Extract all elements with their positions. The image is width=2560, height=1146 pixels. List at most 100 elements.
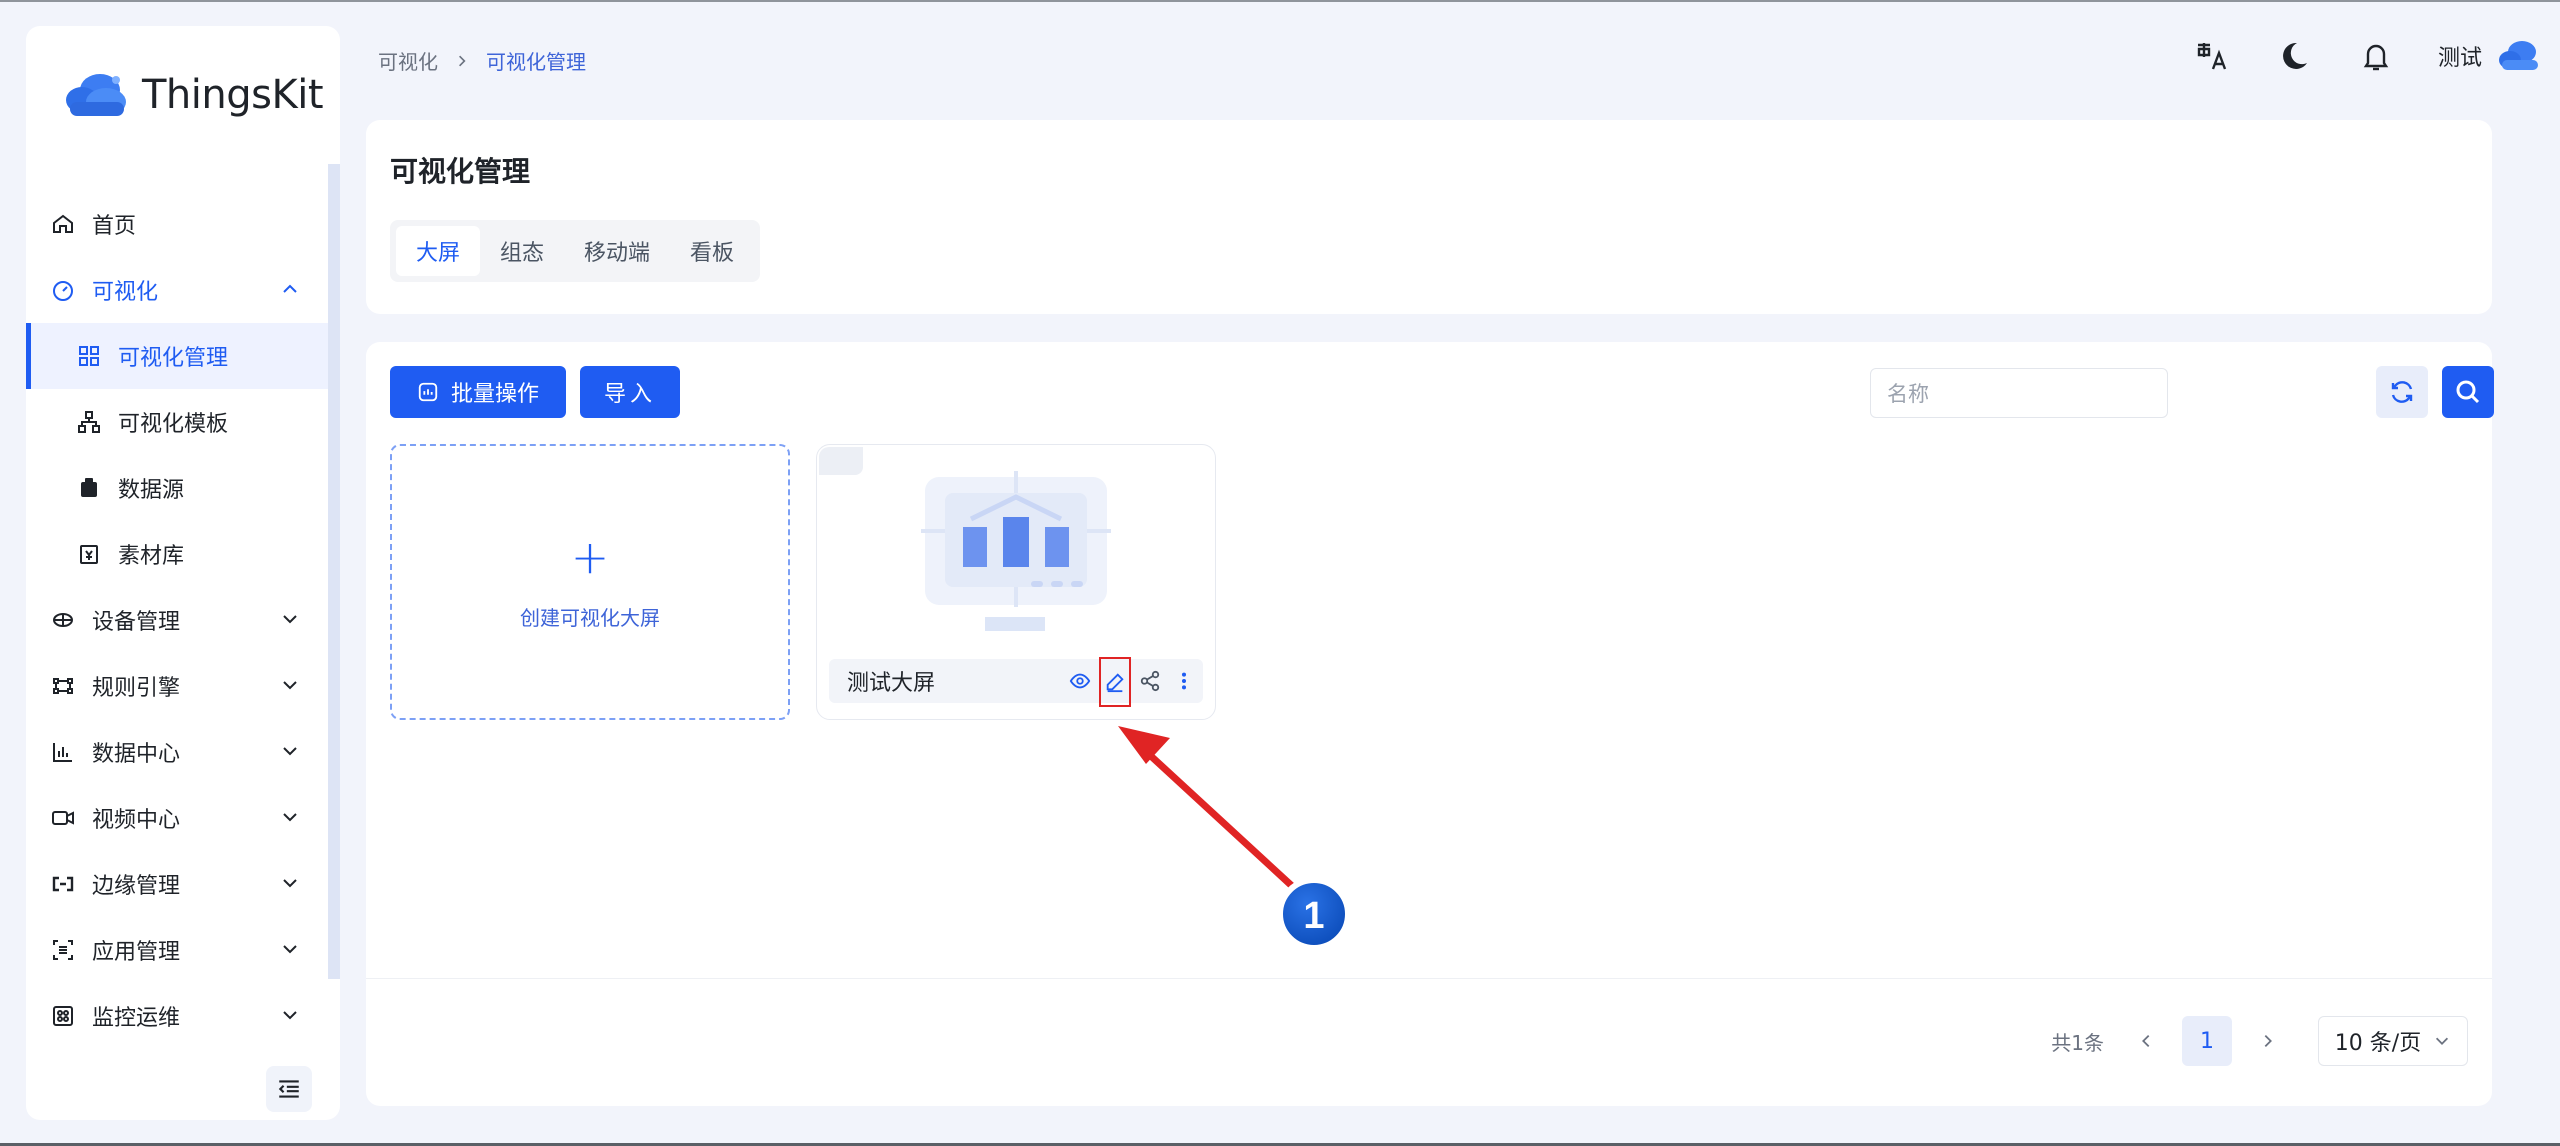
sidebar-item-label: 规则引擎 xyxy=(92,676,181,701)
chevron-right-icon xyxy=(459,55,466,66)
tab-bar: 大屏 组态 移动端 看板 xyxy=(390,220,761,282)
chevron-down-icon xyxy=(2436,1037,2449,1045)
sidebar-item-label: 数据源 xyxy=(118,478,185,503)
sidebar-item-label: 视频中心 xyxy=(92,808,181,833)
dashboard-preview-image xyxy=(921,471,1111,631)
divider xyxy=(366,978,2492,979)
preview-button[interactable] xyxy=(1065,666,1095,696)
page-number[interactable]: 1 xyxy=(2182,1016,2232,1066)
video-icon xyxy=(50,805,76,831)
collapse-sidebar-button[interactable] xyxy=(266,1066,312,1112)
prev-page-button[interactable] xyxy=(2126,1021,2166,1061)
notifications-button[interactable] xyxy=(2356,36,2396,76)
window-top-border xyxy=(0,0,2560,2)
avatar[interactable] xyxy=(2496,38,2540,74)
sidebar-item-monitoring[interactable]: 监控运维 xyxy=(26,983,328,1049)
sidebar-menu: 首页 可视化 可视化管理 可视化模板 数据源 素材库 设备管理 规则引擎 数据中… xyxy=(26,191,328,1049)
theme-toggle-button[interactable] xyxy=(2274,36,2314,76)
share-icon xyxy=(1140,670,1160,692)
chevron-down-icon xyxy=(283,681,297,690)
sidebar-item-device-management[interactable]: 设备管理 xyxy=(26,587,328,653)
search-placeholder: 名称 xyxy=(1887,382,1929,406)
share-button[interactable] xyxy=(1135,666,1165,696)
chevron-down-icon xyxy=(283,879,297,888)
moon-icon xyxy=(2283,42,2307,69)
sidebar-scrollbar[interactable] xyxy=(328,164,340,979)
menu-fold-icon xyxy=(278,1080,299,1098)
page-size-select[interactable]: 10 条/页 xyxy=(2318,1016,2468,1066)
sidebar-item-app-management[interactable]: 应用管理 xyxy=(26,917,328,983)
header-actions: 测试 xyxy=(2150,36,2540,76)
refresh-button[interactable] xyxy=(2376,366,2428,418)
rule-icon xyxy=(50,673,76,699)
sidebar-item-visualization-template[interactable]: 可视化模板 xyxy=(26,389,328,455)
tab-kanban[interactable]: 看板 xyxy=(670,226,754,276)
brand-name: ThingsKit xyxy=(142,72,324,118)
search-icon xyxy=(2456,380,2480,404)
sidebar-item-label: 可视化模板 xyxy=(118,412,229,437)
search-button[interactable] xyxy=(2442,366,2494,418)
sidebar-item-datasource[interactable]: 数据源 xyxy=(26,455,328,521)
sidebar-item-home[interactable]: 首页 xyxy=(26,191,328,257)
monitor-icon xyxy=(50,1003,76,1029)
breadcrumb-current[interactable]: 可视化管理 xyxy=(486,46,586,75)
sidebar-item-edge-management[interactable]: 边缘管理 xyxy=(26,851,328,917)
database-icon xyxy=(76,475,102,501)
edit-button[interactable] xyxy=(1099,657,1131,707)
card-footer: 测试大屏 xyxy=(829,657,1203,707)
home-icon xyxy=(50,211,76,237)
import-button[interactable]: 导入 xyxy=(580,366,680,418)
page-header-card: 可视化管理 大屏 组态 移动端 看板 xyxy=(366,120,2492,314)
library-icon xyxy=(76,541,102,567)
edge-icon xyxy=(50,871,76,897)
sidebar-item-label: 可视化管理 xyxy=(118,346,229,371)
sidebar-item-label: 数据中心 xyxy=(92,742,181,767)
total-count: 共1条 xyxy=(2051,1030,2104,1055)
tab-mobile[interactable]: 移动端 xyxy=(564,226,670,276)
sidebar-item-visualization-management[interactable]: 可视化管理 xyxy=(26,323,328,389)
chevron-down-icon xyxy=(283,813,297,822)
pencil-icon xyxy=(1106,673,1124,693)
big-screen-card[interactable]: 测试大屏 xyxy=(816,444,1216,720)
logo[interactable]: ThingsKit xyxy=(62,68,324,122)
chevron-up-icon xyxy=(283,284,297,293)
username[interactable]: 测试 xyxy=(2438,40,2482,72)
app-icon xyxy=(50,937,76,963)
sidebar-item-data-center[interactable]: 数据中心 xyxy=(26,719,328,785)
sidebar-item-video-center[interactable]: 视频中心 xyxy=(26,785,328,851)
name-search-input[interactable]: 名称 xyxy=(1870,368,2168,418)
tab-configuration[interactable]: 组态 xyxy=(480,226,564,276)
batch-icon xyxy=(418,382,438,402)
translate-icon xyxy=(2197,43,2227,70)
more-vertical-icon xyxy=(1181,672,1187,690)
sidebar-item-material-library[interactable]: 素材库 xyxy=(26,521,328,587)
sidebar-item-visualization[interactable]: 可视化 xyxy=(26,257,328,323)
create-big-screen-label: 创建可视化大屏 xyxy=(520,605,660,630)
batch-operation-button[interactable]: 批量操作 xyxy=(390,366,566,418)
more-button[interactable] xyxy=(1169,666,1199,696)
sidebar-item-label: 素材库 xyxy=(118,544,185,569)
chevron-down-icon xyxy=(283,945,297,954)
tab-big-screen[interactable]: 大屏 xyxy=(396,226,481,276)
grid-icon xyxy=(76,343,102,369)
create-big-screen-card[interactable]: + 创建可视化大屏 xyxy=(390,444,790,720)
thumbnail-tag xyxy=(819,447,863,475)
language-button[interactable] xyxy=(2192,36,2232,76)
card-title: 测试大屏 xyxy=(847,671,936,696)
pagination: 共1条 1 10 条/页 xyxy=(2051,1016,2468,1066)
sidebar-item-label: 边缘管理 xyxy=(92,874,181,899)
next-page-button[interactable] xyxy=(2248,1021,2288,1061)
sidebar-item-rule-engine[interactable]: 规则引擎 xyxy=(26,653,328,719)
chart-icon xyxy=(50,739,76,765)
page-size-value: 10 条/页 xyxy=(2334,1031,2422,1056)
cloud-logo-icon xyxy=(66,74,126,116)
breadcrumb-item[interactable]: 可视化 xyxy=(378,46,438,75)
chevron-down-icon xyxy=(283,1011,297,1020)
sidebar-item-label: 首页 xyxy=(92,214,137,239)
page-title: 可视化管理 xyxy=(390,155,531,188)
sidebar: ThingsKit 首页 可视化 可视化管理 可视化模板 数据源 素材库 设备管… xyxy=(26,26,340,1120)
sitemap-icon xyxy=(76,409,102,435)
plus-icon: + xyxy=(570,529,610,584)
sidebar-item-label: 可视化 xyxy=(92,280,159,305)
import-label: 导入 xyxy=(603,382,656,407)
